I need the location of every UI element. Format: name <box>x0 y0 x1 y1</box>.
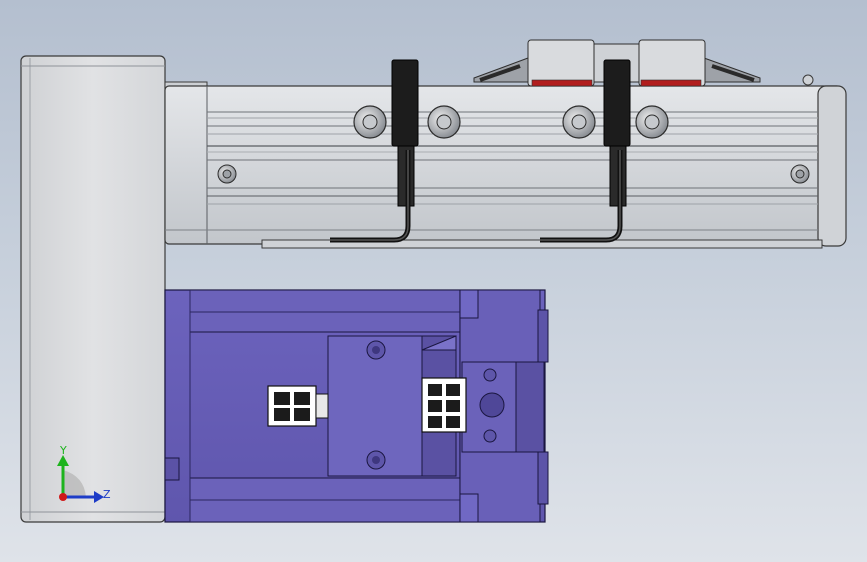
encoder-connector <box>421 377 467 433</box>
cad-viewport[interactable]: Y Z <box>0 0 867 562</box>
roller-3 <box>562 105 596 139</box>
roller-4 <box>635 105 669 139</box>
servo-motor <box>164 289 549 523</box>
roller-2 <box>427 105 461 139</box>
linear-actuator <box>164 74 847 249</box>
end-screw-left <box>217 164 237 184</box>
y-axis-label: Y <box>59 444 67 457</box>
cad-drawing: Y Z <box>20 39 847 523</box>
end-screw-right <box>790 164 810 184</box>
roller-1 <box>353 105 387 139</box>
z-axis-label: Z <box>103 488 111 501</box>
mounting-bracket <box>20 55 166 523</box>
